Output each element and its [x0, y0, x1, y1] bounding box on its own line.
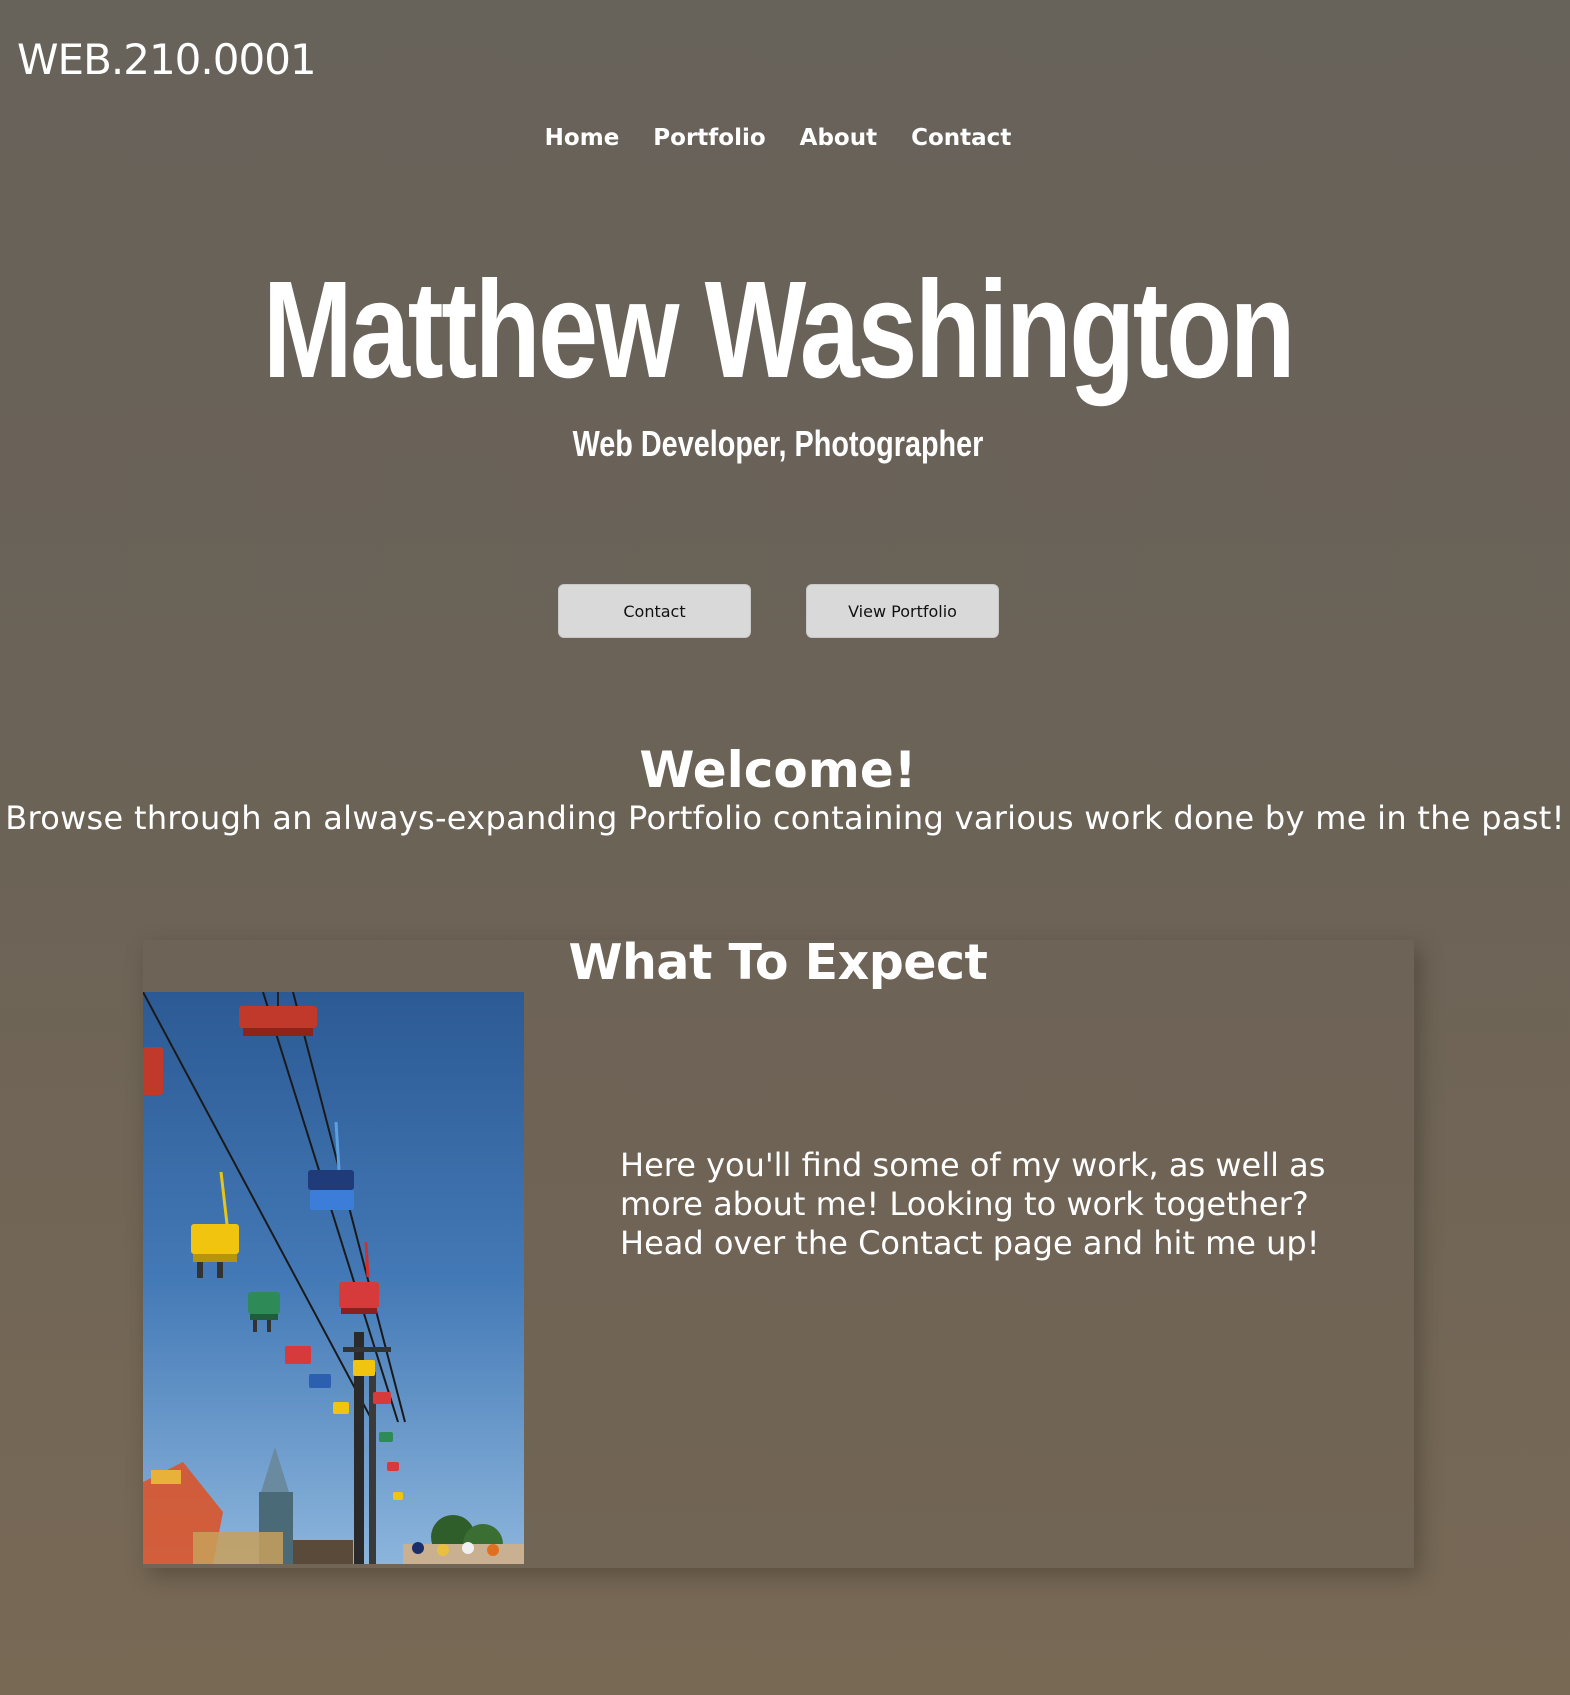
nav-item-contact[interactable]: Contact — [911, 120, 1011, 156]
what-to-expect-heading: What To Expect — [568, 934, 988, 991]
main-nav: Home Portfolio About Contact — [0, 120, 1556, 156]
view-portfolio-button[interactable]: View Portfolio — [806, 584, 999, 638]
what-to-expect-text: Here you'll find some of my work, as wel… — [620, 1146, 1326, 1262]
nav-item-home[interactable]: Home — [545, 120, 620, 156]
nav-item-portfolio[interactable]: Portfolio — [653, 120, 765, 156]
contact-button[interactable]: Contact — [558, 584, 751, 638]
nav-item-about[interactable]: About — [800, 120, 877, 156]
welcome-heading: Welcome! — [639, 741, 917, 799]
site-title[interactable]: WEB.210.0001 — [17, 34, 317, 86]
hero-tagline: Web Developer, Photographer — [572, 423, 984, 464]
hero-name: Matthew Washington — [262, 253, 1296, 407]
welcome-text: Browse through an always-expanding Portf… — [5, 799, 1565, 837]
sky-ride-photo — [143, 992, 524, 1564]
